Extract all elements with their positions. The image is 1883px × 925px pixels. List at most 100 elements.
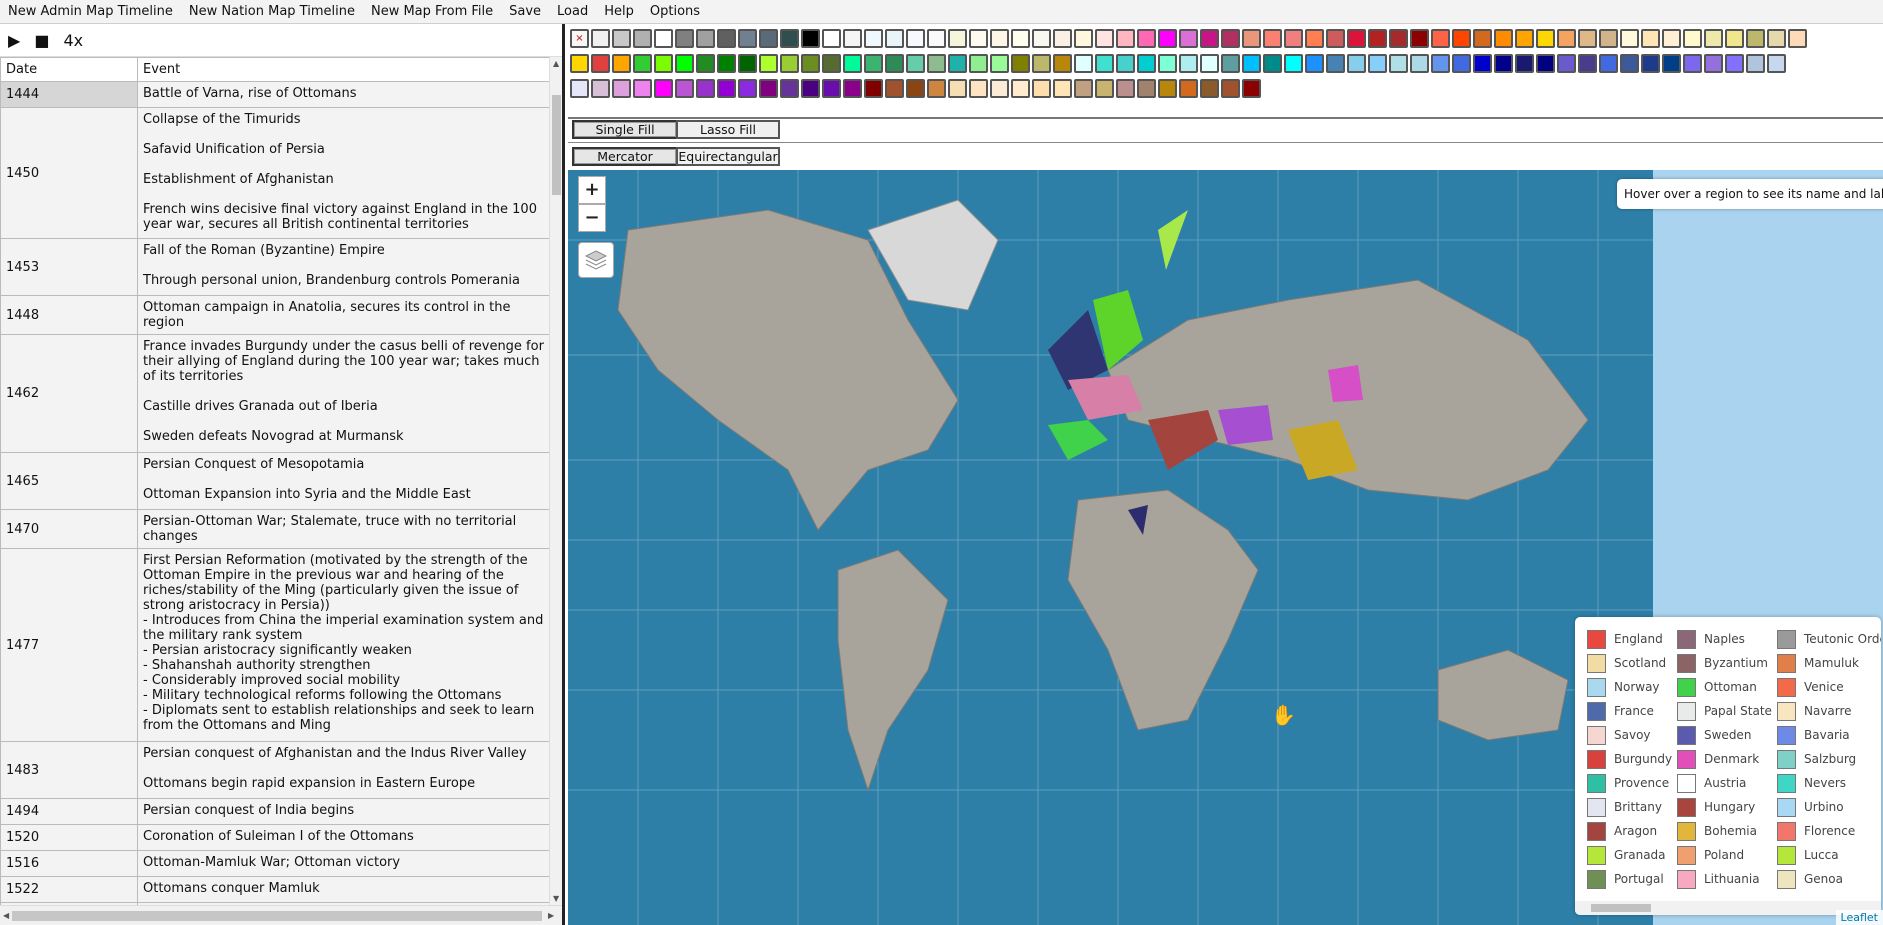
table-row[interactable]: 1520 Coronation of Suleiman I of the Otto…: [0, 824, 550, 851]
color-swatch[interactable]: [1179, 54, 1198, 73]
color-swatch[interactable]: [801, 54, 820, 73]
color-swatch[interactable]: [927, 79, 946, 98]
legend-item[interactable]: Hungary: [1677, 795, 1772, 819]
legend-item[interactable]: Portugal: [1587, 867, 1672, 891]
event-cell[interactable]: France invades Burgundy under the casus …: [137, 334, 550, 453]
color-swatch[interactable]: [1263, 29, 1282, 48]
legend-item[interactable]: Bavaria: [1777, 723, 1881, 747]
color-swatch[interactable]: [1263, 54, 1282, 73]
color-swatch[interactable]: [591, 29, 610, 48]
color-swatch[interactable]: [1410, 54, 1429, 73]
color-swatch[interactable]: [927, 54, 946, 73]
color-swatch[interactable]: [1242, 79, 1261, 98]
color-swatch[interactable]: [759, 79, 778, 98]
table-row[interactable]: 1522 Ottomans conquer Mamluk: [0, 876, 550, 903]
color-swatch[interactable]: [675, 79, 694, 98]
table-row[interactable]: 1494 Persian conquest of India begins: [0, 798, 550, 825]
legend-item[interactable]: Scotland: [1587, 651, 1672, 675]
legend-item[interactable]: Urbino: [1777, 795, 1881, 819]
table-row[interactable]: 1477 First Persian Reformation (motivated…: [0, 548, 550, 742]
table-row[interactable]: 1465 Persian Conquest of Mesopotamia Otto…: [0, 452, 550, 510]
color-swatch[interactable]: [843, 29, 862, 48]
color-swatch[interactable]: [990, 54, 1009, 73]
legend-item[interactable]: Florence: [1777, 819, 1881, 843]
color-swatch[interactable]: [1536, 29, 1555, 48]
color-swatch[interactable]: [1389, 29, 1408, 48]
color-swatch[interactable]: [1599, 29, 1618, 48]
color-swatch[interactable]: [1158, 29, 1177, 48]
color-swatch[interactable]: [1494, 54, 1513, 73]
color-swatch[interactable]: [1578, 54, 1597, 73]
color-swatch[interactable]: [738, 54, 757, 73]
color-swatch[interactable]: [1578, 29, 1597, 48]
color-swatch[interactable]: [1011, 29, 1030, 48]
color-swatch[interactable]: [1116, 29, 1135, 48]
color-swatch[interactable]: [1242, 29, 1261, 48]
color-swatch[interactable]: [1788, 29, 1807, 48]
color-swatch[interactable]: [1557, 54, 1576, 73]
color-swatch[interactable]: [1389, 54, 1408, 73]
color-swatch[interactable]: [1452, 54, 1471, 73]
table-row[interactable]: 1470 Persian-Ottoman War; Stalemate, truc…: [0, 509, 550, 549]
zoom-out-button[interactable]: −: [578, 204, 606, 232]
color-swatch[interactable]: [1137, 54, 1156, 73]
color-swatch[interactable]: [906, 54, 925, 73]
color-swatch[interactable]: [801, 79, 820, 98]
table-row[interactable]: 1444 Battle of Varna, rise of Ottomans: [0, 81, 550, 108]
color-swatch[interactable]: [1599, 54, 1618, 73]
single-fill-button[interactable]: Single Fill: [572, 120, 678, 139]
color-swatch[interactable]: [696, 79, 715, 98]
event-cell[interactable]: Persian Conquest of Mesopotamia Ottoman …: [137, 452, 550, 510]
color-swatch[interactable]: [885, 29, 904, 48]
color-swatch[interactable]: [633, 54, 652, 73]
color-swatch[interactable]: [1767, 29, 1786, 48]
table-vertical-scrollbar[interactable]: ▲ ▼: [549, 57, 562, 905]
equirectangular-button[interactable]: Equirectangular: [676, 147, 780, 166]
color-swatch[interactable]: [759, 54, 778, 73]
clear-color-swatch[interactable]: ×: [570, 29, 589, 48]
legend-item[interactable]: Austria: [1677, 771, 1772, 795]
color-swatch[interactable]: [738, 79, 757, 98]
date-cell[interactable]: 1470: [0, 509, 138, 549]
color-swatch[interactable]: [1641, 29, 1660, 48]
menu-item-options[interactable]: Options: [642, 0, 708, 24]
event-cell[interactable]: Ottoman campaign in Anatolia, secures it…: [137, 295, 550, 335]
event-cell[interactable]: First Persian Reformation (motivated by …: [137, 548, 550, 742]
date-cell[interactable]: 1448: [0, 295, 138, 335]
color-swatch[interactable]: [1284, 29, 1303, 48]
table-row[interactable]: 1448 Ottoman campaign in Anatolia, secure…: [0, 295, 550, 335]
legend-item[interactable]: Provence: [1587, 771, 1672, 795]
color-swatch[interactable]: [1515, 29, 1534, 48]
color-swatch[interactable]: [1305, 29, 1324, 48]
date-cell[interactable]: 1444: [0, 81, 138, 108]
color-swatch[interactable]: [633, 79, 652, 98]
date-cell[interactable]: 1520: [0, 824, 138, 851]
menu-item-new-map-from-file[interactable]: New Map From File: [363, 0, 501, 24]
color-swatch[interactable]: [1305, 54, 1324, 73]
color-swatch[interactable]: [1767, 54, 1786, 73]
color-swatch[interactable]: [675, 54, 694, 73]
color-swatch[interactable]: [1326, 29, 1345, 48]
color-swatch[interactable]: [780, 29, 799, 48]
legend-item[interactable]: Denmark: [1677, 747, 1772, 771]
stop-button[interactable]: ■: [34, 31, 49, 50]
color-swatch[interactable]: [1053, 29, 1072, 48]
color-swatch[interactable]: [885, 79, 904, 98]
color-swatch[interactable]: [948, 54, 967, 73]
legend-item[interactable]: Lithuania: [1677, 867, 1772, 891]
date-cell[interactable]: 1450: [0, 107, 138, 239]
lasso-fill-button[interactable]: Lasso Fill: [676, 120, 780, 139]
color-swatch[interactable]: [1347, 54, 1366, 73]
color-swatch[interactable]: [654, 79, 673, 98]
event-cell[interactable]: Battle of Varna, rise of Ottomans: [137, 81, 550, 108]
color-swatch[interactable]: [990, 29, 1009, 48]
color-swatch[interactable]: [1452, 29, 1471, 48]
color-swatch[interactable]: [1725, 54, 1744, 73]
color-swatch[interactable]: [717, 29, 736, 48]
color-swatch[interactable]: [1704, 54, 1723, 73]
color-swatch[interactable]: [1200, 29, 1219, 48]
color-swatch[interactable]: [1074, 79, 1093, 98]
color-swatch[interactable]: [1326, 54, 1345, 73]
event-cell[interactable]: Persian-Ottoman War; Stalemate, truce wi…: [137, 509, 550, 549]
legend-item[interactable]: Sweden: [1677, 723, 1772, 747]
